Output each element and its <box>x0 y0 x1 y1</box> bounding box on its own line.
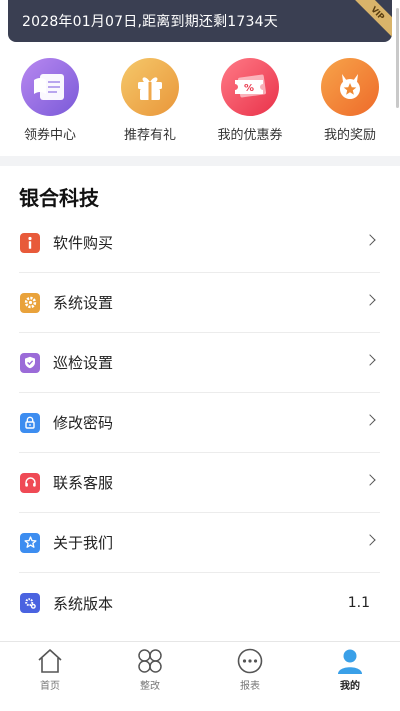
home-icon <box>38 649 62 673</box>
version-gear-icon <box>20 593 40 613</box>
chevron-right-icon <box>364 474 376 486</box>
vip-badge: VIP <box>353 0 392 38</box>
headset-icon <box>20 472 40 493</box>
chevron-right-icon <box>364 354 376 366</box>
profile-page: 2028年01月07日,距离到期还剩1734天 VIP 领券中心 推荐有礼 % … <box>0 0 400 711</box>
chevron-right-icon <box>364 414 376 426</box>
svg-text:%: % <box>244 83 254 94</box>
section-divider <box>0 156 400 166</box>
bottom-tab-bar: 首页 整改 报表 我的 <box>0 641 400 711</box>
info-icon <box>20 232 40 253</box>
chat-dots-icon <box>237 648 263 674</box>
menu-item-label: 修改密码 <box>53 414 114 432</box>
menu-item-label: 系统版本 <box>53 594 114 613</box>
gift-icon <box>121 58 179 116</box>
menu-item-label: 关于我们 <box>53 534 114 552</box>
discount-ticket-icon: % <box>221 58 279 116</box>
user-icon <box>338 649 362 674</box>
tab-home[interactable]: 首页 <box>0 642 100 711</box>
tab-reports[interactable]: 报表 <box>200 642 300 711</box>
gear-icon <box>20 292 40 313</box>
menu-item-software-purchase[interactable]: 软件购买 <box>19 213 380 273</box>
star-icon <box>20 532 40 553</box>
vip-badge-label: VIP <box>369 4 387 22</box>
lock-icon <box>20 412 40 433</box>
vip-expiry-text: 2028年01月07日,距离到期还剩1734天 <box>22 14 278 30</box>
quick-action-my-rewards[interactable]: 我的奖励 <box>300 58 400 144</box>
menu-item-label: 巡检设置 <box>53 354 114 372</box>
quick-action-label: 领券中心 <box>23 128 76 143</box>
coupon-center-icon <box>21 58 79 116</box>
tab-rectification[interactable]: 整改 <box>100 642 200 711</box>
menu-item-system-version[interactable]: 系统版本 1.1 <box>19 573 380 633</box>
tab-label: 整改 <box>140 681 160 692</box>
menu-item-change-password[interactable]: 修改密码 <box>19 393 380 453</box>
tab-label: 报表 <box>240 681 260 692</box>
quick-action-label: 我的优惠券 <box>217 128 283 143</box>
quick-action-referral-gift[interactable]: 推荐有礼 <box>100 58 200 144</box>
tab-label: 首页 <box>40 681 60 692</box>
menu-item-inspection-settings[interactable]: 巡检设置 <box>19 333 380 393</box>
quick-action-label: 我的奖励 <box>323 128 376 143</box>
reward-medal-icon <box>321 58 379 116</box>
vip-expiry-bar[interactable]: 2028年01月07日,距离到期还剩1734天 VIP <box>8 0 392 42</box>
menu-item-label: 软件购买 <box>53 234 114 252</box>
grid-icon <box>138 649 162 673</box>
menu-item-label: 联系客服 <box>53 474 114 492</box>
chevron-right-icon <box>364 294 376 306</box>
company-name: 银合科技 <box>19 186 99 210</box>
version-value: 1.1 <box>347 595 370 611</box>
tab-label: 我的 <box>340 681 360 692</box>
tab-mine[interactable]: 我的 <box>300 642 400 711</box>
quick-actions: 领券中心 推荐有礼 % 我的优惠券 我的奖励 <box>0 58 400 144</box>
quick-action-coupon-center[interactable]: 领券中心 <box>0 58 100 144</box>
chevron-right-icon <box>364 534 376 546</box>
menu-item-system-settings[interactable]: 系统设置 <box>19 273 380 333</box>
shield-icon <box>20 352 40 373</box>
settings-menu: 软件购买 系统设置 巡检设置 修改密码 联系客服 关于我们 系统版本 1.1 <box>19 213 380 633</box>
quick-action-my-coupons[interactable]: % 我的优惠券 <box>200 58 300 144</box>
menu-item-about-us[interactable]: 关于我们 <box>19 513 380 573</box>
menu-item-contact-support[interactable]: 联系客服 <box>19 453 380 513</box>
menu-item-label: 系统设置 <box>53 294 114 312</box>
chevron-right-icon <box>364 234 376 246</box>
quick-action-label: 推荐有礼 <box>123 128 176 143</box>
